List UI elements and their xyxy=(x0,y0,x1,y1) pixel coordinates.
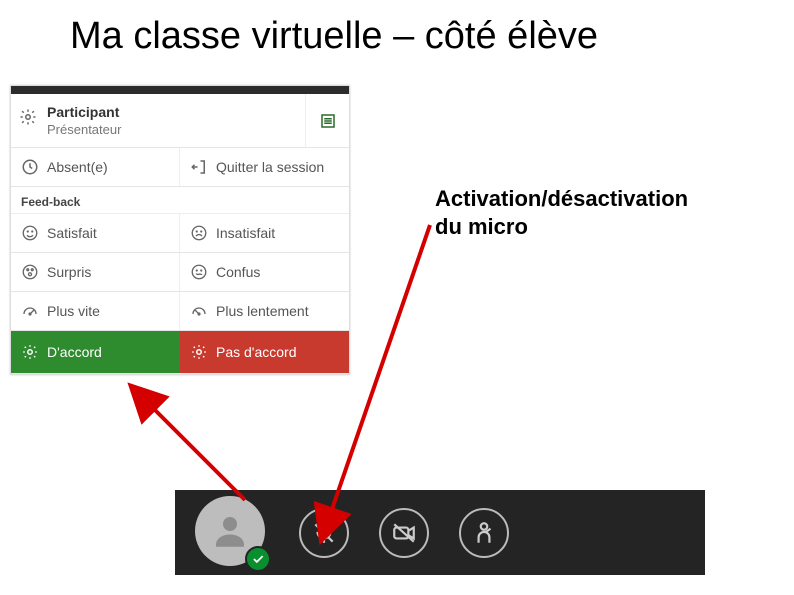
camera-off-icon xyxy=(391,520,417,546)
feedback-label: Pas d'accord xyxy=(216,344,297,360)
raise-hand-button[interactable] xyxy=(459,508,509,558)
feedback-label: D'accord xyxy=(47,344,102,360)
participant-list-button[interactable] xyxy=(305,94,349,147)
feedback-label: Plus lentement xyxy=(216,303,309,319)
feedback-label: Confus xyxy=(216,264,260,280)
user-avatar-button[interactable] xyxy=(195,496,269,570)
feedback-label: Satisfait xyxy=(47,225,97,241)
feedback-confused[interactable]: Confus xyxy=(180,253,349,291)
leave-button[interactable]: Quitter la session xyxy=(180,148,349,186)
list-icon xyxy=(319,112,337,130)
feedback-label: Insatisfait xyxy=(216,225,275,241)
leave-label: Quitter la session xyxy=(216,159,324,175)
media-toolbar xyxy=(175,490,705,575)
annotation-line1: Activation/désactivation xyxy=(435,186,688,211)
mic-toggle-button[interactable] xyxy=(299,508,349,558)
mic-off-icon xyxy=(311,520,337,546)
gear-x-icon xyxy=(190,343,208,361)
feedback-slower[interactable]: Plus lentement xyxy=(180,292,349,330)
annotation-text: Activation/désactivation du micro xyxy=(435,185,688,240)
feedback-label: Surpris xyxy=(47,264,91,280)
gear-icon xyxy=(19,108,37,126)
presenter-label: Présentateur xyxy=(47,122,121,137)
status-ok-icon xyxy=(245,546,271,572)
feedback-header: Feed-back xyxy=(11,187,349,214)
speed-fast-icon xyxy=(21,302,39,320)
panel-top-bar xyxy=(11,86,349,94)
confused-icon xyxy=(190,263,208,281)
feedback-satisfied[interactable]: Satisfait xyxy=(11,214,180,252)
surprised-icon xyxy=(21,263,39,281)
participant-label: Participant xyxy=(47,104,119,120)
frown-icon xyxy=(190,224,208,242)
feedback-unsatisfied[interactable]: Insatisfait xyxy=(180,214,349,252)
gear-check-icon xyxy=(21,343,39,361)
smile-icon xyxy=(21,224,39,242)
page-title: Ma classe virtuelle – côté élève xyxy=(0,0,794,68)
absent-label: Absent(e) xyxy=(47,159,108,175)
speed-slow-icon xyxy=(190,302,208,320)
camera-toggle-button[interactable] xyxy=(379,508,429,558)
participant-panel: Participant Présentateur Absent(e) Quitt… xyxy=(10,85,350,375)
feedback-surprised[interactable]: Surpris xyxy=(11,253,180,291)
participant-block[interactable]: Participant Présentateur xyxy=(11,94,305,147)
status-row: Absent(e) Quitter la session xyxy=(11,148,349,187)
feedback-faster[interactable]: Plus vite xyxy=(11,292,180,330)
hand-icon xyxy=(471,520,497,546)
absent-button[interactable]: Absent(e) xyxy=(11,148,180,186)
clock-icon xyxy=(21,158,39,176)
feedback-disagree[interactable]: Pas d'accord xyxy=(180,331,349,373)
feedback-agree[interactable]: D'accord xyxy=(11,331,180,373)
exit-icon xyxy=(190,158,208,176)
participant-row: Participant Présentateur xyxy=(11,94,349,148)
feedback-label: Plus vite xyxy=(47,303,100,319)
annotation-line2: du micro xyxy=(435,214,528,239)
